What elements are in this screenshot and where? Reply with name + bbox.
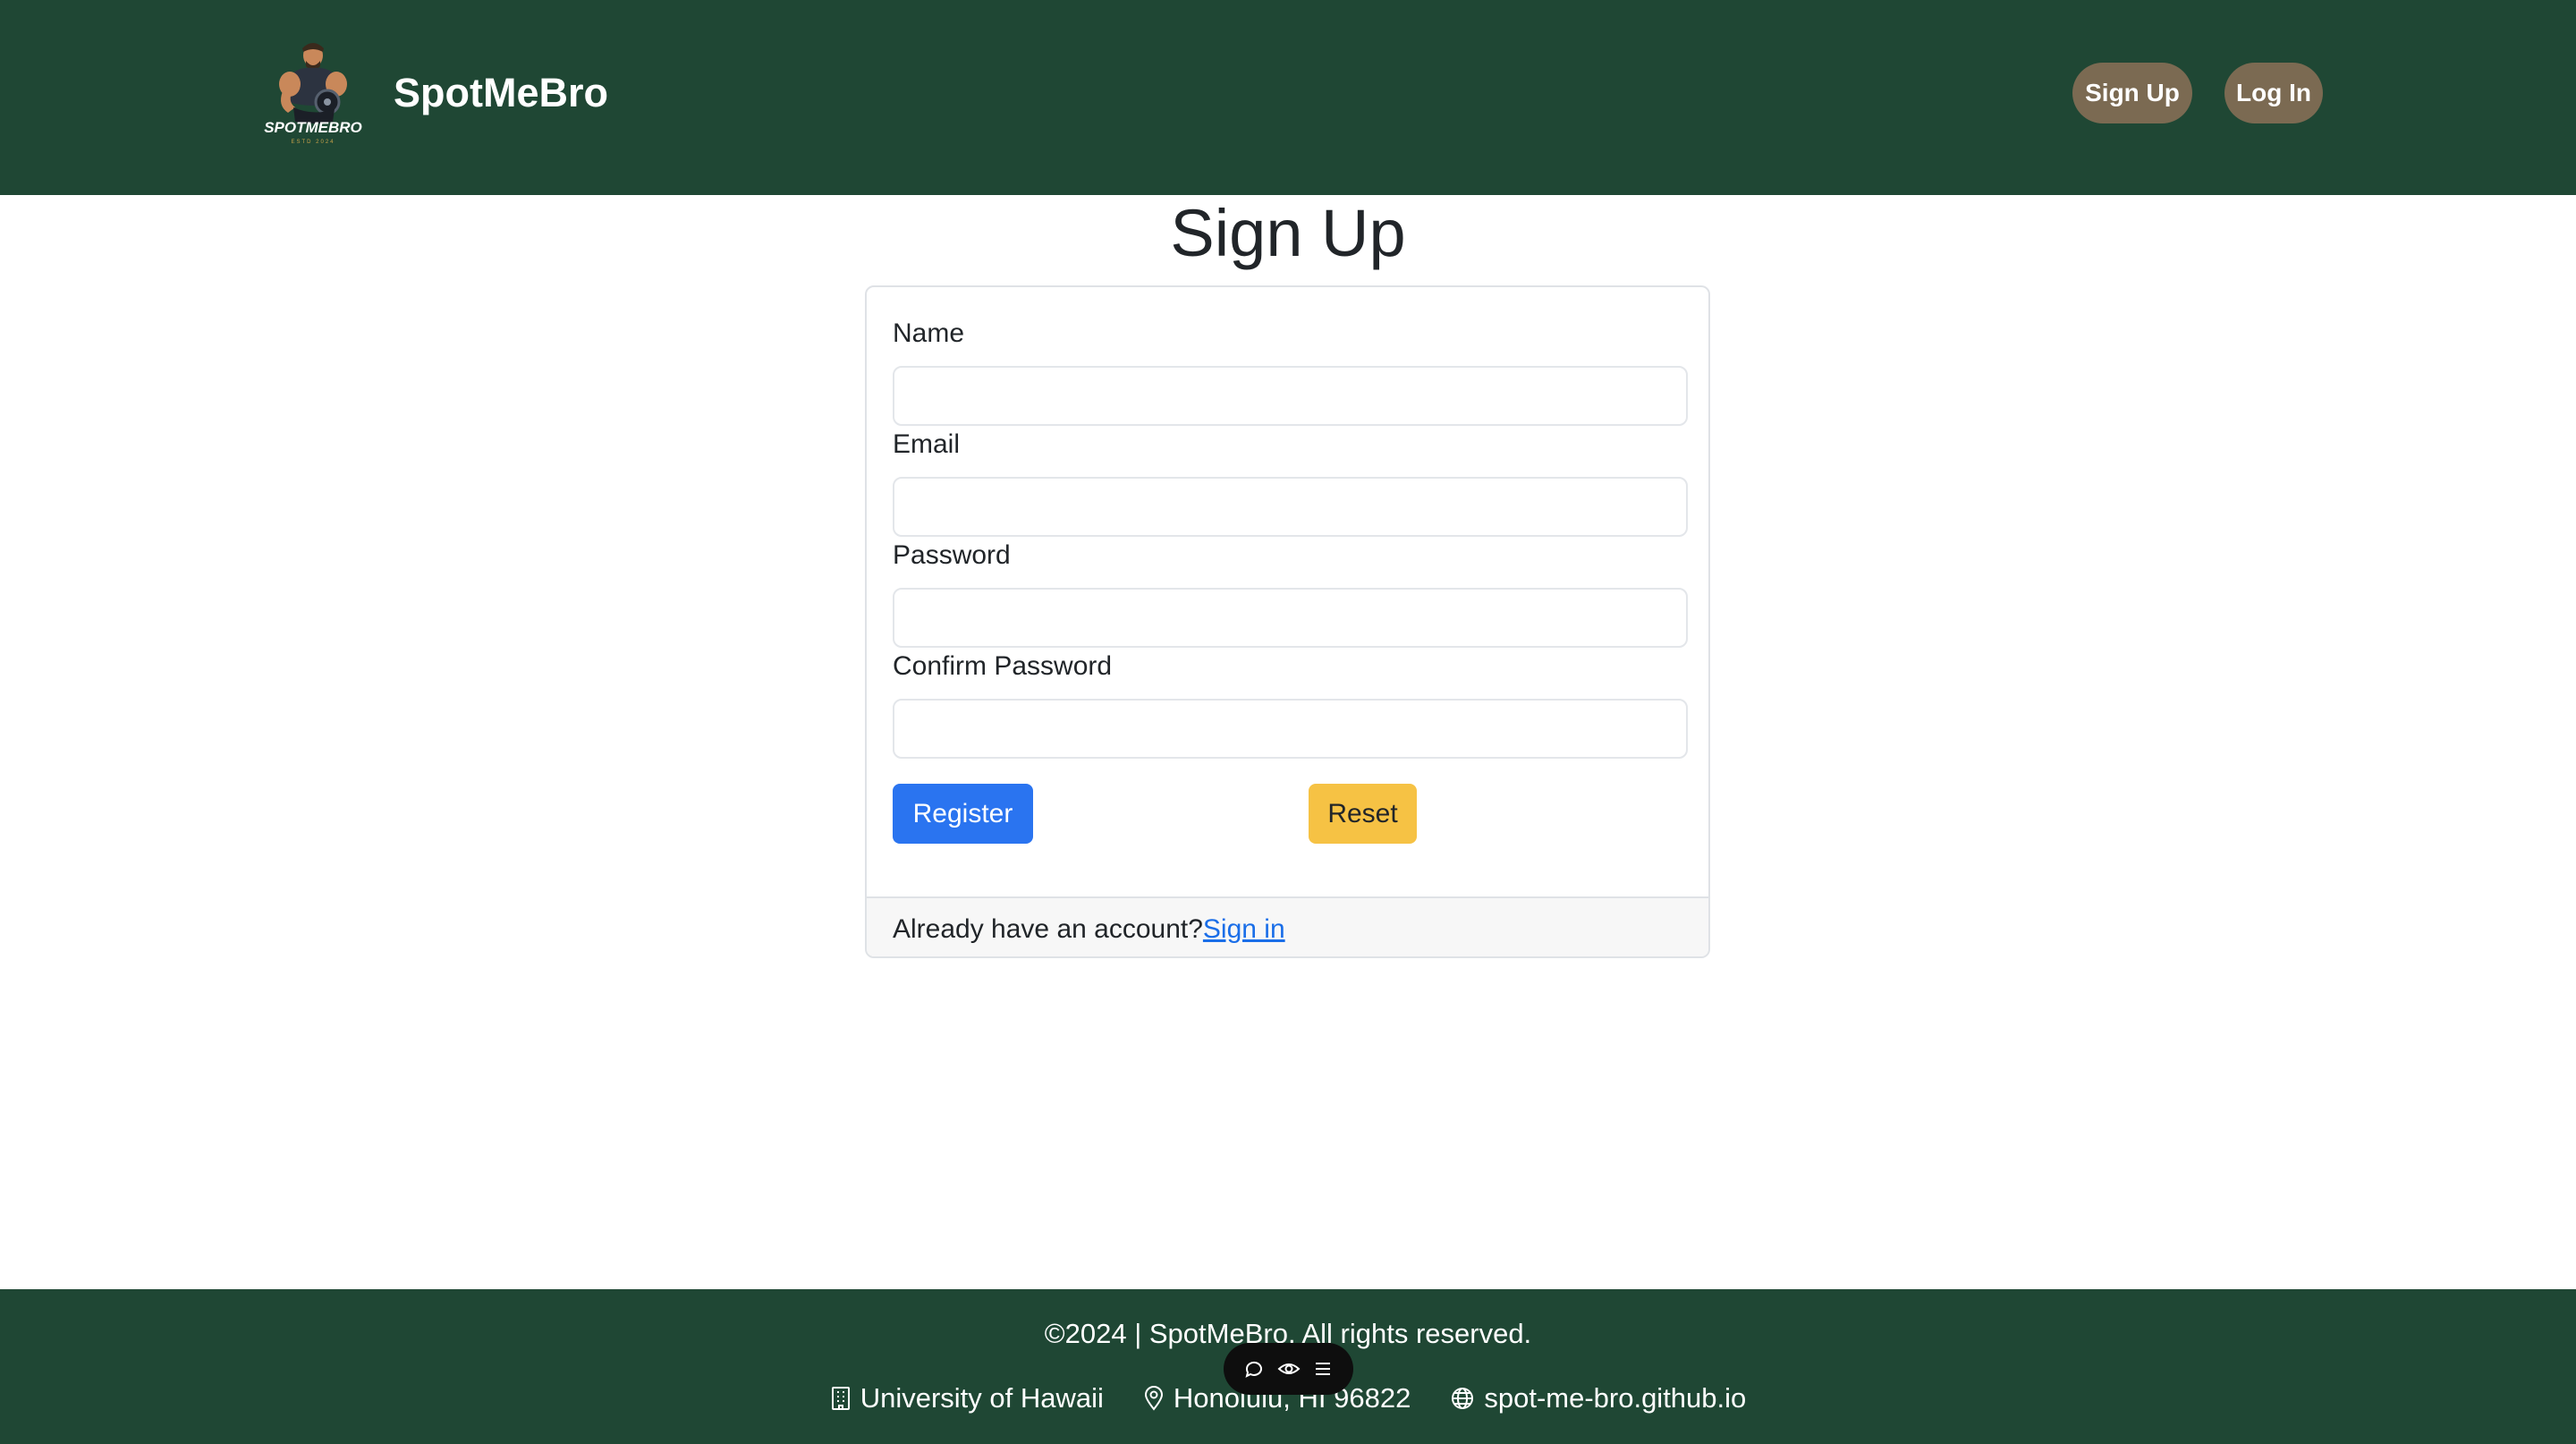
password-input[interactable] [893, 588, 1688, 648]
chat-bubble-icon[interactable] [1243, 1358, 1265, 1380]
website-text[interactable]: spot-me-bro.github.io [1484, 1380, 1746, 1416]
email-label: Email [893, 429, 961, 459]
building-icon [830, 1386, 852, 1411]
spotmebro-logo[interactable]: SPOTMEBRO ESTD 2024 [245, 39, 381, 145]
svg-text:SPOTMEBRO: SPOTMEBRO [264, 119, 362, 136]
svg-text:ESTD 2024: ESTD 2024 [291, 140, 335, 145]
email-input[interactable] [893, 477, 1688, 537]
brand-title[interactable]: SpotMeBro [394, 66, 608, 120]
navbar: SPOTMEBRO ESTD 2024 SpotMeBro Sign Up Lo… [0, 0, 2576, 195]
footer-university: University of Hawaii [830, 1380, 1104, 1416]
menu-icon[interactable] [1312, 1358, 1334, 1380]
name-input[interactable] [893, 366, 1688, 426]
university-text: University of Hawaii [860, 1382, 1104, 1414]
footer-website[interactable]: spot-me-bro.github.io [1450, 1380, 1746, 1416]
confirm-password-input[interactable] [893, 699, 1688, 759]
nav-login-button[interactable]: Log In [2224, 63, 2323, 123]
map-pin-icon [1143, 1386, 1165, 1411]
signup-card: Name Email Password Confirm Password Reg… [865, 285, 1710, 958]
floating-toolbar [1224, 1343, 1353, 1395]
nav-signup-button[interactable]: Sign Up [2072, 63, 2192, 123]
confirm-password-label: Confirm Password [893, 651, 1113, 681]
account-prompt: Already have an account? [893, 913, 1203, 944]
name-label: Name [893, 319, 965, 348]
card-footer: Already have an account? Sign in [867, 896, 1708, 956]
globe-icon [1450, 1386, 1475, 1411]
page-title: Sign Up [1170, 196, 1406, 270]
signin-link[interactable]: Sign in [1203, 914, 1285, 945]
eye-icon[interactable] [1277, 1358, 1301, 1380]
password-label: Password [893, 540, 1011, 570]
register-button[interactable]: Register [893, 784, 1033, 844]
reset-button[interactable]: Reset [1309, 784, 1417, 844]
